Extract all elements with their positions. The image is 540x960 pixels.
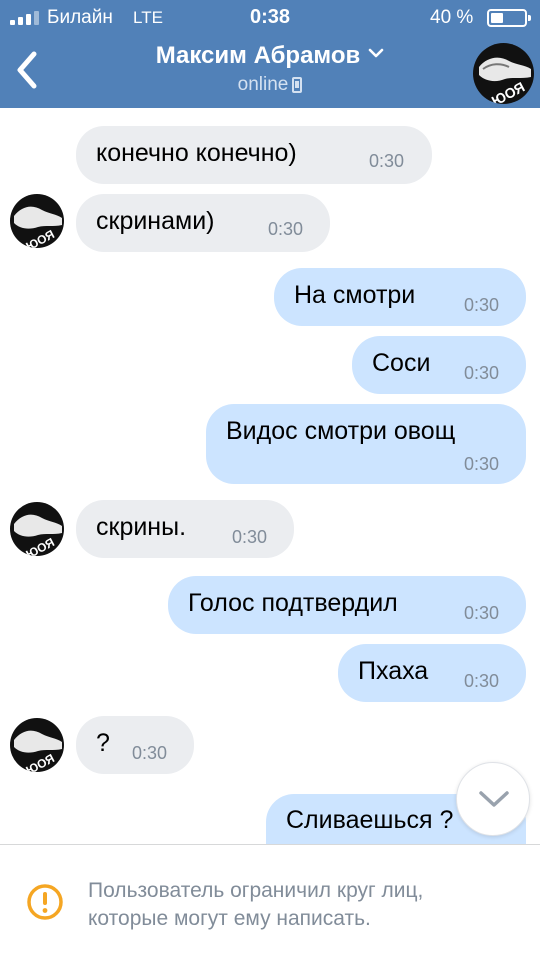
message-text: Соси xyxy=(372,349,431,377)
message-time: 0:30 xyxy=(132,743,168,763)
presence-status: online xyxy=(0,74,540,96)
chevron-down-icon xyxy=(479,791,509,807)
message-text: Видос смотри овощ xyxy=(226,417,456,445)
message-list[interactable]: конечно конечно) 0:30 ЮОЯ скринами) 0:30… xyxy=(0,108,540,844)
notice-text: Пользователь ограничил круг лиц, которые… xyxy=(88,877,423,933)
sender-avatar[interactable]: ЮОЯ xyxy=(10,194,64,248)
write-restricted-notice: Пользователь ограничил круг лиц, которые… xyxy=(0,844,540,960)
top-bar: Билайн LTE 0:38 40 % Максим Абрамов onli… xyxy=(0,0,540,108)
avatar-image: ЮОЯ xyxy=(10,502,64,556)
message-time: 0:30 xyxy=(464,671,500,691)
sender-avatar[interactable]: ЮОЯ xyxy=(10,502,64,556)
message-text: ? xyxy=(96,729,110,757)
message-bubble[interactable]: Пхаха 0:30 xyxy=(338,644,526,702)
status-bar: Билайн LTE 0:38 40 % xyxy=(0,0,540,36)
avatar-image: ЮОЯ xyxy=(10,718,64,772)
battery-icon xyxy=(487,9,531,27)
chevron-down-icon[interactable] xyxy=(368,48,384,58)
phone-icon xyxy=(292,77,303,93)
message-bubble[interactable]: Соси 0:30 xyxy=(352,336,526,394)
message-time: 0:30 xyxy=(268,219,304,239)
contact-avatar[interactable]: ЮОЯ xyxy=(473,43,534,104)
warning-circle-icon xyxy=(27,884,63,920)
message-bubble[interactable]: На смотри 0:30 xyxy=(274,268,526,326)
message-time: 0:30 xyxy=(369,151,405,171)
message-bubble[interactable]: конечно конечно) 0:30 xyxy=(76,126,432,184)
message-bubble[interactable]: ? 0:30 xyxy=(76,716,194,774)
chat-title[interactable]: Максим Абрамов xyxy=(156,42,361,70)
message-text: На смотри xyxy=(294,281,416,309)
message-text: Сливаешься ? xyxy=(286,806,454,834)
message-text: скринами) xyxy=(96,207,215,235)
message-time: 0:30 xyxy=(464,363,500,383)
message-time: 0:30 xyxy=(464,603,500,623)
message-text: конечно конечно) xyxy=(96,139,297,167)
sender-avatar[interactable]: ЮОЯ xyxy=(10,718,64,772)
notice-line-1: Пользователь ограничил круг лиц, xyxy=(88,879,424,902)
message-bubble[interactable]: скринами) 0:30 xyxy=(76,194,330,252)
message-time: 0:30 xyxy=(464,454,500,474)
message-text: Пхаха xyxy=(358,657,429,685)
chat-title-area[interactable]: Максим Абрамов xyxy=(0,42,540,70)
message-text: скрины. xyxy=(96,513,187,541)
message-text: Голос подтвердил xyxy=(188,589,398,617)
message-time: 0:30 xyxy=(232,527,268,547)
battery-percent: 40 % xyxy=(430,7,474,28)
message-bubble[interactable]: Видос смотри овощ 0:30 xyxy=(206,404,526,484)
message-bubble[interactable]: Голос подтвердил 0:30 xyxy=(168,576,526,634)
avatar-image: ЮОЯ xyxy=(473,43,534,104)
message-bubble[interactable]: скрины. 0:30 xyxy=(76,500,294,558)
message-time: 0:30 xyxy=(464,295,500,315)
avatar-image: ЮОЯ xyxy=(10,194,64,248)
online-status: online xyxy=(237,74,289,95)
notice-line-2: которые могут ему написать. xyxy=(88,907,371,930)
scroll-to-bottom-button[interactable] xyxy=(456,762,530,836)
